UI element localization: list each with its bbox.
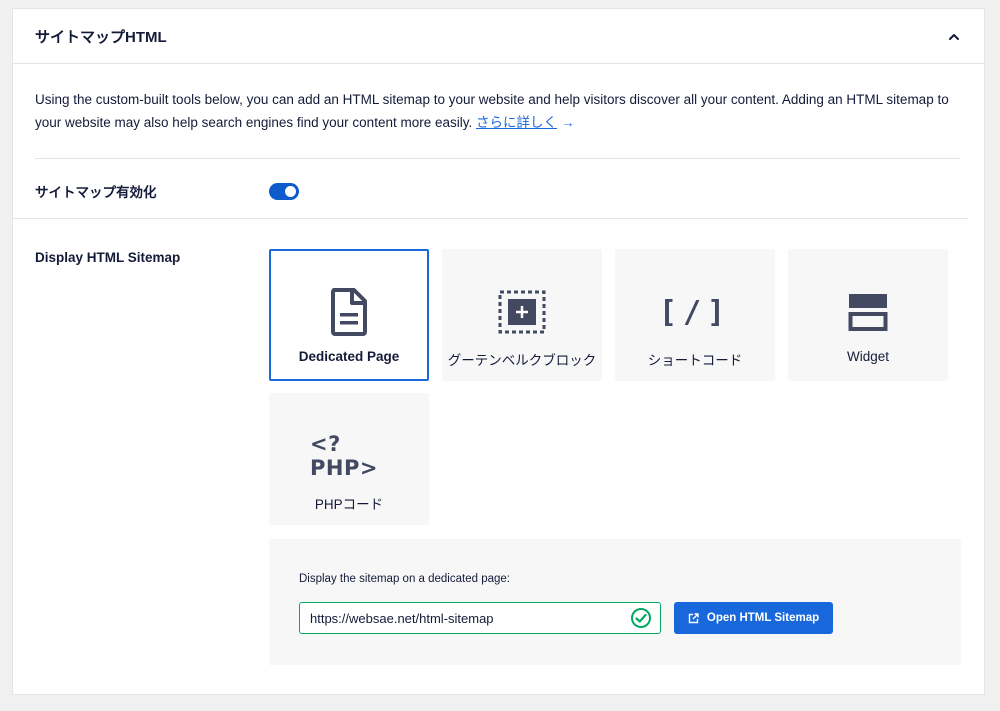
learn-more-link[interactable]: さらに詳しく <box>476 115 557 130</box>
panel-header: サイトマップHTML <box>13 9 984 64</box>
option-label: ショートコード <box>647 353 743 368</box>
html-sitemap-panel: サイトマップHTML Using the custom-built tools … <box>12 8 985 695</box>
check-circle-icon <box>630 607 652 629</box>
shortcode-icon: [/] <box>658 294 732 330</box>
document-icon <box>330 287 368 337</box>
open-html-sitemap-button[interactable]: Open HTML Sitemap <box>674 602 833 634</box>
widget-icon <box>847 287 889 337</box>
divider <box>13 218 968 219</box>
toggle-knob <box>285 186 296 197</box>
option-gutenberg-block[interactable]: グーテンベルクブロック <box>442 249 602 381</box>
arrow-right-icon: → <box>561 115 575 130</box>
divider <box>35 158 960 159</box>
enable-sitemap-toggle[interactable] <box>269 183 299 200</box>
block-add-icon <box>498 287 546 337</box>
option-label: Dedicated Page <box>298 349 400 364</box>
intro-description: Using the custom-built tools below, you … <box>35 88 960 134</box>
option-label: PHPコード <box>314 497 384 512</box>
chevron-up-icon[interactable] <box>944 27 964 47</box>
option-label: グーテンベルクブロック <box>447 353 597 368</box>
option-dedicated-page[interactable]: Dedicated Page <box>269 249 429 381</box>
option-label: Widget <box>846 349 890 364</box>
display-html-sitemap-label: Display HTML Sitemap <box>35 250 181 265</box>
dedicated-page-label: Display the sitemap on a dedicated page: <box>299 573 510 585</box>
option-shortcode[interactable]: [/] ショートコード <box>615 249 775 381</box>
option-php-code[interactable]: <?PHP> PHPコード <box>269 393 429 525</box>
php-code-icon: <?PHP> <box>310 432 378 480</box>
panel-title: サイトマップHTML <box>35 29 167 46</box>
enable-sitemap-label: サイトマップ有効化 <box>35 185 157 200</box>
external-link-icon <box>688 612 699 624</box>
dedicated-page-settings: Display the sitemap on a dedicated page:… <box>269 539 961 665</box>
sitemap-url-input[interactable] <box>299 602 661 634</box>
option-widget[interactable]: Widget <box>788 249 948 381</box>
open-html-sitemap-label: Open HTML Sitemap <box>706 612 820 624</box>
